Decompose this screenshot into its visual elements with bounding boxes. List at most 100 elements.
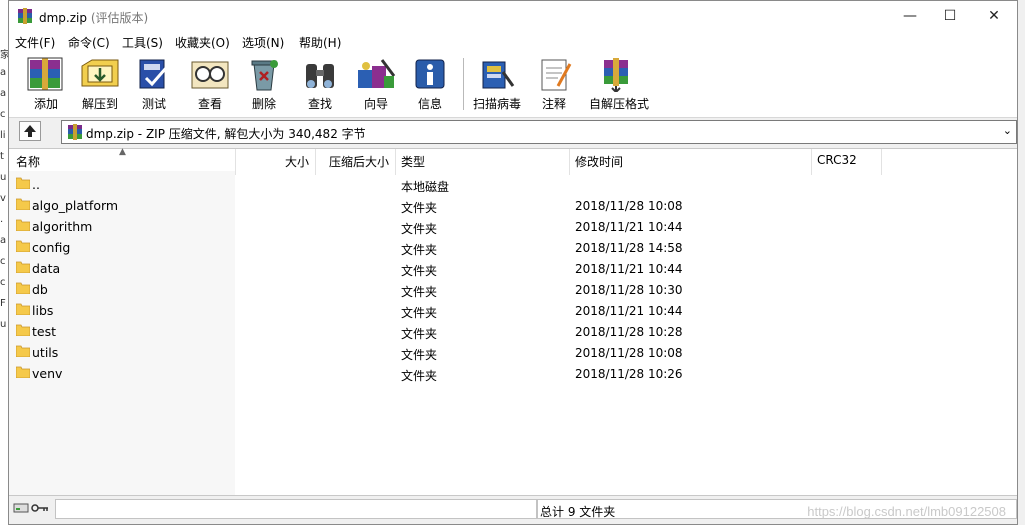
toolbar-separator [463,58,464,110]
file-row[interactable]: libs 文件夹 2018/11/21 10:44 [9,300,1017,321]
menu-commands[interactable]: 命令(C) [68,34,110,51]
file-type: 文件夹 [401,348,438,362]
up-folder-button[interactable] [19,121,41,141]
file-modified: 2018/11/21 10:44 [575,220,683,234]
wizard-icon [358,59,396,88]
file-row[interactable]: config 文件夹 2018/11/28 14:58 [9,237,1017,258]
column-size[interactable]: 大小 [285,153,309,170]
column-divider[interactable] [569,149,570,175]
maximize-button[interactable]: ☐ [927,1,973,32]
file-name: algorithm [32,219,93,234]
file-type: 文件夹 [401,369,438,383]
file-name: .. [32,177,40,192]
title-bar[interactable]: dmp.zip (评估版本) — ☐ ✕ [9,1,1017,32]
background-text-fragment: c [0,277,6,288]
menu-tools[interactable]: 工具(S) [122,34,163,51]
add-archive-icon [27,57,63,91]
zip-archive-icon [68,124,82,140]
background-text-fragment: v [0,193,6,204]
file-modified: 2018/11/28 10:08 [575,199,683,213]
status-summary: 总计 9 文件夹 https://blog.csdn.net/lmb091225… [537,499,1017,519]
file-modified: 2018/11/28 14:58 [575,241,683,255]
column-packed-size[interactable]: 压缩后大小 [329,153,389,170]
winrar-window: dmp.zip (评估版本) — ☐ ✕ 文件(F) 命令(C) 工具(S) 收… [8,0,1018,525]
folder-icon [16,219,30,231]
column-divider[interactable] [881,149,882,175]
extract-to-icon [81,59,119,87]
watermark: https://blog.csdn.net/lmb09122508 [807,504,1006,519]
file-type: 文件夹 [401,327,438,341]
info-icon [415,59,445,89]
file-name: test [32,324,57,339]
background-text-fragment: . [0,214,4,225]
view-button[interactable]: 查看 [183,54,237,112]
file-modified: 2018/11/21 10:44 [575,262,683,276]
folder-icon [16,240,30,252]
file-row[interactable]: .. 本地磁盘 [9,174,1017,195]
find-button[interactable]: 查找 [293,54,347,112]
file-name: db [32,282,48,297]
background-text-fragment: u [0,319,7,330]
file-name: config [32,240,71,255]
menu-bar: 文件(F) 命令(C) 工具(S) 收藏夹(O) 选项(N) 帮助(H) [9,32,1017,53]
folder-icon [16,261,30,273]
status-total: 总计 9 文件夹 [540,505,616,519]
file-name: libs [32,303,54,318]
file-modified: 2018/11/28 10:28 [575,325,683,339]
delete-button[interactable]: 删除 [237,54,291,112]
close-button[interactable]: ✕ [971,1,1017,32]
file-row[interactable]: db 文件夹 2018/11/28 10:30 [9,279,1017,300]
add-button[interactable]: 添加 [19,54,73,112]
file-name: algo_platform [32,198,119,213]
file-row[interactable]: test 文件夹 2018/11/28 10:28 [9,321,1017,342]
file-modified: 2018/11/28 10:30 [575,283,683,297]
file-row[interactable]: utils 文件夹 2018/11/28 10:08 [9,342,1017,363]
folder-icon [16,177,30,189]
find-icon [306,64,334,88]
file-row[interactable]: data 文件夹 2018/11/21 10:44 [9,258,1017,279]
file-list[interactable]: ▲ 名称 大小 压缩后大小 类型 修改时间 CRC32 .. 本地磁盘 algo_p… [9,147,1017,496]
menu-file[interactable]: 文件(F) [15,34,55,51]
status-bar: 总计 9 文件夹 https://blog.csdn.net/lmb091225… [9,496,1017,524]
sort-ascending-icon: ▲ [119,147,126,157]
virus-scan-button[interactable]: 扫描病毒 [470,54,524,112]
file-type: 文件夹 [401,306,438,320]
column-crc32[interactable]: CRC32 [817,153,857,167]
file-row[interactable]: algorithm 文件夹 2018/11/21 10:44 [9,216,1017,237]
drive-icon[interactable] [13,503,29,513]
folder-icon [16,324,30,336]
view-icon [191,61,229,89]
column-divider[interactable] [235,149,236,175]
key-icon[interactable] [31,504,48,512]
delete-icon [251,60,278,91]
folder-icon [16,198,30,210]
sfx-button[interactable]: 自解压格式 [589,54,649,112]
address-combo[interactable]: dmp.zip - ZIP 压缩文件, 解包大小为 340,482 字节 ⌄ [61,120,1017,144]
menu-favorites[interactable]: 收藏夹(O) [175,34,230,51]
column-divider[interactable] [811,149,812,175]
column-name[interactable]: 名称 [16,153,40,170]
wizard-button[interactable]: 向导 [349,54,403,112]
file-name: utils [32,345,59,360]
file-row[interactable]: venv 文件夹 2018/11/28 10:26 [9,363,1017,384]
test-icon [139,59,168,89]
file-type: 文件夹 [401,285,438,299]
background-text-fragment: t [0,151,4,162]
menu-options[interactable]: 选项(N) [242,34,284,51]
test-button[interactable]: 测试 [127,54,181,112]
column-modified[interactable]: 修改时间 [575,153,623,170]
column-divider[interactable] [315,149,316,175]
chevron-down-icon[interactable]: ⌄ [1003,124,1012,137]
file-row[interactable]: algo_platform 文件夹 2018/11/28 10:08 [9,195,1017,216]
file-type: 本地磁盘 [401,180,450,194]
window-title: dmp.zip (评估版本) [39,11,149,25]
info-button[interactable]: 信息 [403,54,457,112]
extract-to-button[interactable]: 解压到 [73,54,127,112]
column-divider[interactable] [395,149,396,175]
comment-button[interactable]: 注释 [527,54,581,112]
column-type[interactable]: 类型 [401,153,425,170]
folder-icon [16,303,30,315]
menu-help[interactable]: 帮助(H) [299,34,341,51]
file-type: 文件夹 [401,222,438,236]
file-name: venv [32,366,63,381]
